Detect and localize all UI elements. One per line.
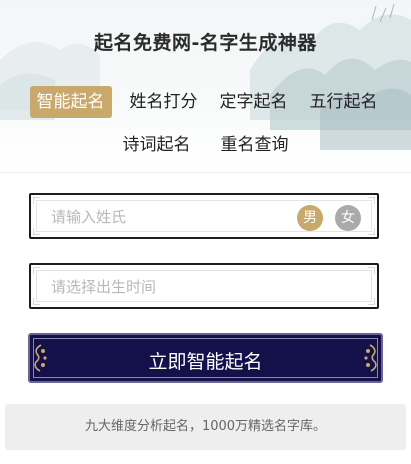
nav-row-primary: 智能起名 姓名打分 定字起名 五行起名 (0, 86, 411, 118)
tab-poetry-naming[interactable]: 诗词起名 (119, 129, 195, 161)
gender-male-button[interactable]: 男 (297, 205, 323, 231)
frame-corner (368, 298, 375, 305)
gender-female-button[interactable]: 女 (335, 205, 361, 231)
frame-corner (33, 298, 40, 305)
frame-corner (368, 228, 375, 235)
frame-corner (368, 197, 375, 204)
surname-field: 男 女 (29, 193, 379, 239)
page-title: 起名免费网-名字生成神器 (94, 32, 317, 54)
tab-five-elements-naming[interactable]: 五行起名 (306, 86, 382, 118)
feature-note: 九大维度分析起名，1000万精选名字库。 (5, 404, 406, 450)
tab-name-scoring[interactable]: 姓名打分 (126, 86, 202, 118)
tab-duplicate-name-query[interactable]: 重名查询 (217, 129, 293, 161)
birth-time-input[interactable] (49, 275, 283, 299)
submit-label: 立即智能起名 (148, 351, 263, 373)
submit-smart-naming-button[interactable]: 立即智能起名 (28, 333, 383, 383)
tab-fixed-char-naming[interactable]: 定字起名 (216, 86, 292, 118)
ornament-right-icon (364, 344, 377, 372)
frame-corner (33, 228, 40, 235)
frame-corner (33, 197, 40, 204)
surname-input[interactable] (49, 205, 283, 229)
section-divider (0, 172, 411, 173)
frame-corner (368, 267, 375, 274)
nav-row-secondary: 诗词起名 重名查询 (0, 129, 411, 161)
tab-smart-naming[interactable]: 智能起名 (29, 86, 112, 118)
birth-time-field (29, 263, 379, 309)
frame-corner (33, 267, 40, 274)
